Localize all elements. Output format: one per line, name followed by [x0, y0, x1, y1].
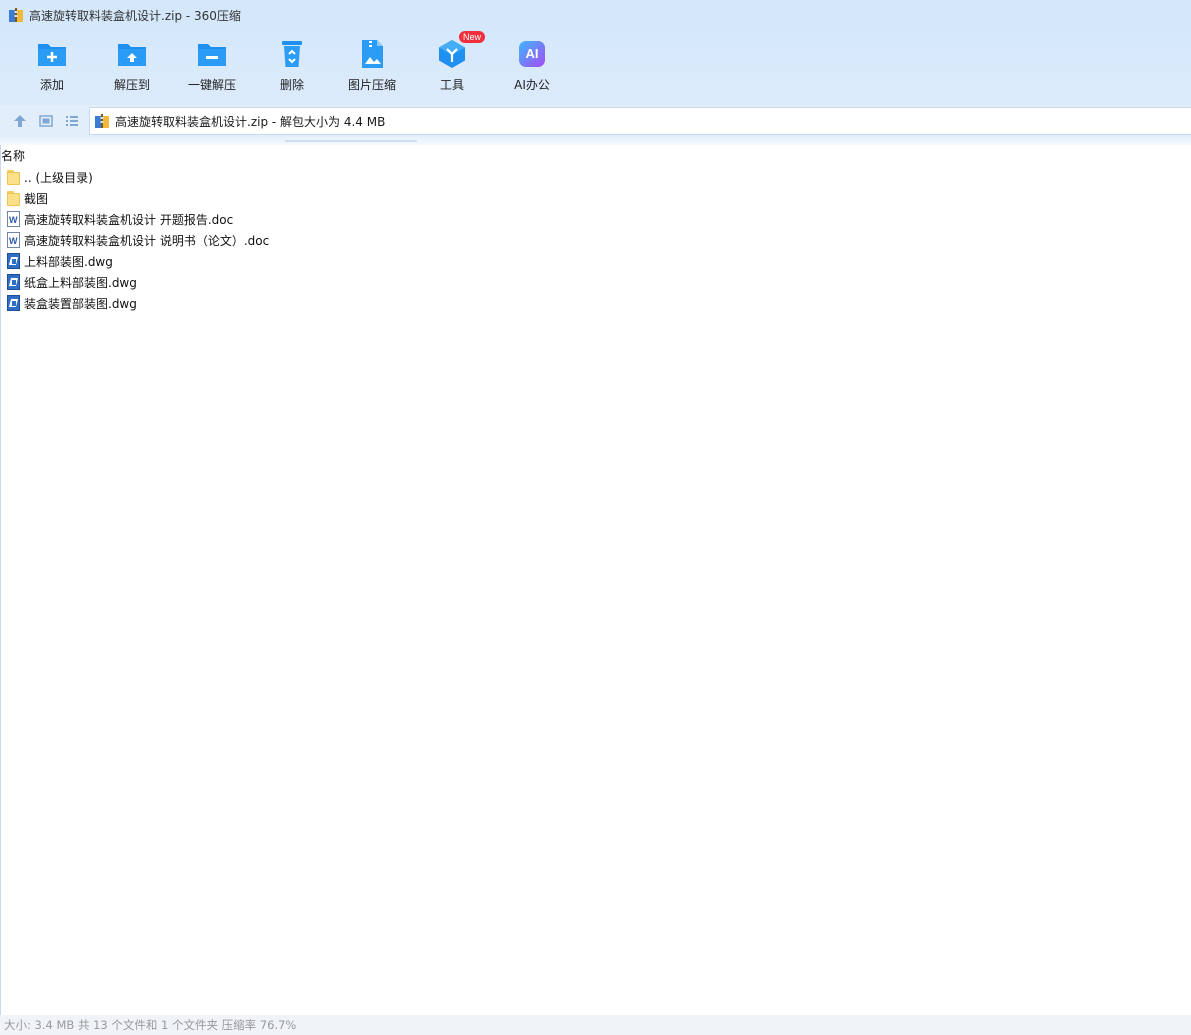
file-list: 名称 .. (上级目录) 截图 W 高速旋转取料装盒机设计 开题报告.doc W…	[0, 145, 1191, 1015]
one-click-extract-label: 一键解压	[187, 78, 236, 92]
list-item[interactable]: W 高速旋转取料装盒机设计 说明书（论文）.doc	[6, 230, 269, 251]
add-folder-icon	[36, 38, 68, 70]
word-doc-icon: W	[6, 211, 21, 228]
list-item[interactable]: 上料部装图.dwg	[6, 251, 113, 272]
splitter[interactable]	[0, 137, 1191, 145]
tools-icon: New	[436, 31, 486, 70]
file-name: 装盒装置部装图.dwg	[24, 297, 137, 311]
ai-office-icon: AI	[516, 38, 548, 70]
file-name: 纸盒上料部装图.dwg	[24, 276, 137, 290]
zip-archive-icon	[8, 7, 24, 23]
file-name: 上料部装图.dwg	[24, 255, 113, 269]
file-name: 高速旋转取料装盒机设计 开题报告.doc	[24, 213, 234, 227]
one-click-extract-button[interactable]: 一键解压	[172, 38, 252, 100]
tools-button[interactable]: New 工具	[412, 31, 492, 100]
extract-to-icon	[116, 38, 148, 70]
new-badge: New	[459, 31, 486, 43]
ai-office-button[interactable]: AI AI办公	[492, 38, 572, 100]
address-field[interactable]: 高速旋转取料装盒机设计.zip - 解包大小为 4.4 MB	[89, 107, 1191, 135]
column-header-name[interactable]: 名称	[1, 147, 25, 163]
splitter-grip[interactable]	[285, 140, 417, 142]
folder-icon	[6, 169, 21, 186]
status-text: 大小: 3.4 MB 共 13 个文件和 1 个文件夹 压缩率 76.7%	[4, 1018, 297, 1032]
word-doc-icon: W	[6, 232, 21, 249]
folder-icon	[6, 190, 21, 207]
tools-label: 工具	[439, 78, 464, 92]
list-item[interactable]: W 高速旋转取料装盒机设计 开题报告.doc	[6, 209, 233, 230]
list-item[interactable]: .. (上级目录)	[6, 167, 93, 188]
ai-office-label: AI办公	[514, 78, 550, 92]
file-name: 截图	[24, 192, 49, 206]
add-button[interactable]: 添加	[12, 38, 92, 100]
image-compress-label: 图片压缩	[347, 78, 396, 92]
add-label: 添加	[39, 78, 64, 92]
thumbnail-view-icon[interactable]	[38, 113, 54, 129]
dwg-file-icon	[6, 274, 21, 291]
image-compress-button[interactable]: 图片压缩	[332, 38, 412, 100]
delete-icon	[276, 38, 308, 70]
window-title: 高速旋转取料装盒机设计.zip - 360压缩	[29, 8, 241, 23]
list-item[interactable]: 纸盒上料部装图.dwg	[6, 272, 137, 293]
file-name: .. (上级目录)	[24, 171, 93, 185]
extract-to-button[interactable]: 解压到	[92, 38, 172, 100]
dwg-file-icon	[6, 295, 21, 312]
delete-button[interactable]: 删除	[252, 38, 332, 100]
list-item[interactable]: 截图	[6, 188, 48, 209]
extract-to-label: 解压到	[113, 78, 150, 92]
delete-label: 删除	[279, 78, 304, 92]
zip-archive-icon	[94, 113, 110, 129]
ai-glyph: AI	[525, 46, 539, 61]
address-path: 高速旋转取料装盒机设计.zip - 解包大小为 4.4 MB	[115, 114, 386, 129]
file-name: 高速旋转取料装盒机设计 说明书（论文）.doc	[24, 234, 270, 248]
dwg-file-icon	[6, 253, 21, 270]
title-bar: 高速旋转取料装盒机设计.zip - 360压缩	[0, 0, 1191, 30]
one-click-extract-icon	[196, 38, 228, 70]
image-compress-icon	[356, 38, 388, 70]
status-bar: 大小: 3.4 MB 共 13 个文件和 1 个文件夹 压缩率 76.7%	[0, 1015, 1191, 1035]
toolbar: 添加 解压到 一键解压 删除 图片压缩 New 工具 AI AI办公	[0, 30, 1191, 105]
list-view-icon[interactable]	[64, 113, 80, 129]
list-item[interactable]: 装盒装置部装图.dwg	[6, 293, 137, 314]
up-arrow-icon[interactable]	[12, 113, 28, 129]
address-bar: 高速旋转取料装盒机设计.zip - 解包大小为 4.4 MB	[0, 105, 1191, 137]
